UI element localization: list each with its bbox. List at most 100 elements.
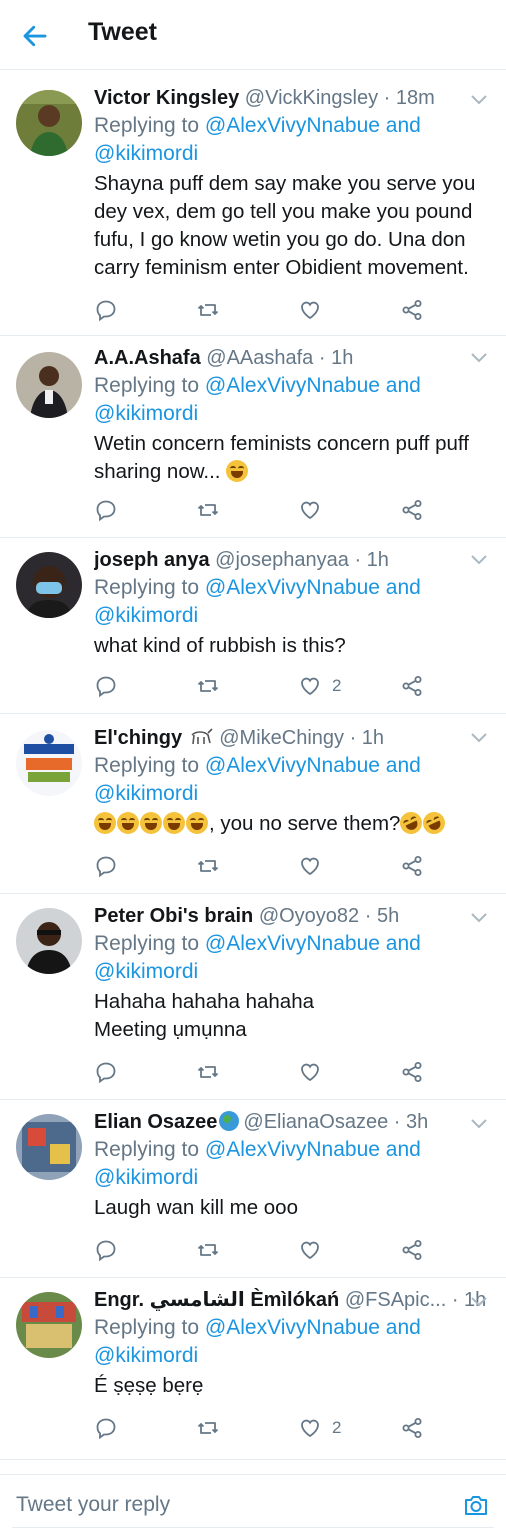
share-button[interactable]: [400, 298, 424, 322]
like-button[interactable]: [298, 1238, 332, 1262]
author-handle[interactable]: @josephanyaa: [215, 549, 349, 571]
heart-icon: [301, 1419, 319, 1438]
reply-list: Victor Kingsley @VickKingsley · 18m Repl…: [0, 70, 506, 1460]
author-handle[interactable]: @MikeChingy: [219, 727, 344, 749]
like-button[interactable]: [298, 854, 332, 878]
reply-button[interactable]: [94, 674, 118, 698]
author-name[interactable]: A.A.Ashafa: [94, 347, 201, 369]
share-button[interactable]: [400, 1238, 424, 1262]
author-handle[interactable]: @ElianaOsazee: [243, 1111, 388, 1133]
avatar[interactable]: [16, 1292, 82, 1358]
retweet-button[interactable]: [196, 298, 220, 322]
reply-to-link[interactable]: @kikimordi: [94, 782, 198, 805]
chevron-down-icon[interactable]: [470, 352, 488, 364]
chevron-down-icon[interactable]: [470, 554, 488, 566]
tweet-text: Hahaha hahaha hahaha: [94, 990, 315, 1013]
author-name[interactable]: joseph anya: [94, 549, 210, 571]
retweet-icon: [197, 304, 219, 316]
reply-to-link[interactable]: @AlexVivyNnabue and: [205, 1316, 421, 1339]
share-button[interactable]: [400, 498, 424, 522]
avatar[interactable]: [16, 1114, 82, 1180]
avatar[interactable]: [16, 908, 82, 974]
reply-to-link[interactable]: @kikimordi: [94, 604, 198, 627]
author-handle[interactable]: @VickKingsley: [245, 87, 378, 109]
share-icon: [402, 676, 422, 696]
like-button[interactable]: 2: [298, 1416, 341, 1440]
reply-icon: [96, 500, 116, 522]
retweet-button[interactable]: [196, 1416, 220, 1440]
tears-of-joy-emoji: [226, 460, 249, 482]
reply-to-link[interactable]: @AlexVivyNnabue and: [205, 1138, 421, 1161]
tweet-item[interactable]: Elian Osazee @ElianaOsazee · 3h Replying …: [0, 1100, 506, 1278]
reply-to-link[interactable]: @kikimordi: [94, 402, 198, 425]
tweet-time: · 5h: [359, 905, 400, 927]
globe-icon: [219, 1111, 240, 1131]
tweet-text: what kind of rubbish is this?: [94, 634, 346, 657]
reply-to-link[interactable]: @kikimordi: [94, 142, 198, 165]
reply-to-link[interactable]: @kikimordi: [94, 960, 198, 983]
avatar[interactable]: [16, 90, 82, 156]
reply-to-link[interactable]: @AlexVivyNnabue and: [205, 114, 421, 137]
author-handle[interactable]: @Oyoyo82: [259, 905, 359, 927]
like-button[interactable]: [298, 1060, 332, 1084]
reply-to-link[interactable]: @kikimordi: [94, 1344, 198, 1367]
tweet-item[interactable]: joseph anya @josephanyaa · 1h Replying t…: [0, 538, 506, 714]
share-icon: [402, 1418, 422, 1438]
avatar[interactable]: [16, 552, 82, 618]
chevron-down-icon[interactable]: [470, 1296, 488, 1308]
share-button[interactable]: [400, 1416, 424, 1440]
retweet-button[interactable]: [196, 1238, 220, 1262]
reply-icon: [96, 1418, 116, 1440]
retweet-icon: [197, 1244, 219, 1256]
tweet-item[interactable]: Victor Kingsley @VickKingsley · 18m Repl…: [0, 70, 506, 336]
reply-to-link[interactable]: @AlexVivyNnabue and: [205, 754, 421, 777]
reply-button[interactable]: [94, 854, 118, 878]
reply-button[interactable]: [94, 1060, 118, 1084]
tweet-text: Shayna puff dem say make you serve you d…: [94, 172, 476, 279]
author-name[interactable]: Engr. الشامسي Èmìlókań: [94, 1289, 339, 1311]
like-button[interactable]: [298, 298, 332, 322]
like-button[interactable]: [298, 498, 332, 522]
avatar[interactable]: [16, 730, 82, 796]
reply-composer[interactable]: Tweet your reply: [0, 1474, 506, 1536]
author-name[interactable]: Victor Kingsley: [94, 87, 239, 109]
reply-button[interactable]: [94, 298, 118, 322]
reply-button[interactable]: [94, 1416, 118, 1440]
reply-to-link[interactable]: @kikimordi: [94, 1166, 198, 1189]
retweet-button[interactable]: [196, 674, 220, 698]
tweet-item[interactable]: A.A.Ashafa @AAashafa · 1h Replying to @A…: [0, 336, 506, 538]
chevron-down-icon[interactable]: [470, 94, 488, 106]
tweet-item[interactable]: El'chingy @MikeChingy · 1h Replying to @…: [0, 714, 506, 894]
emoji-row: [94, 812, 209, 835]
author-handle[interactable]: @FSApic...: [345, 1289, 446, 1311]
tweet-item[interactable]: Engr. الشامسي Èmìlókań @FSApic... · 1h R…: [0, 1278, 506, 1460]
reply-input[interactable]: Tweet your reply: [16, 1493, 170, 1517]
reply-button[interactable]: [94, 498, 118, 522]
retweet-button[interactable]: [196, 854, 220, 878]
like-count: 2: [332, 1418, 342, 1437]
reply-button[interactable]: [94, 1238, 118, 1262]
retweet-button[interactable]: [196, 1060, 220, 1084]
chevron-down-icon[interactable]: [470, 912, 488, 924]
chevron-down-icon[interactable]: [470, 732, 488, 744]
author-name[interactable]: Peter Obi's brain: [94, 905, 253, 927]
avatar[interactable]: [16, 352, 82, 418]
heart-icon: [301, 677, 319, 696]
back-arrow-icon[interactable]: [20, 21, 50, 51]
replying-label: Replying to: [94, 374, 200, 397]
share-button[interactable]: [400, 854, 424, 878]
author-name[interactable]: El'chingy: [94, 727, 182, 749]
retweet-button[interactable]: [196, 498, 220, 522]
tweet-item[interactable]: Peter Obi's brain @Oyoyo82 · 5h Replying…: [0, 894, 506, 1100]
reply-to-link[interactable]: @AlexVivyNnabue and: [205, 374, 421, 397]
reply-to-link[interactable]: @AlexVivyNnabue and: [205, 576, 421, 599]
author-handle[interactable]: @AAashafa: [206, 347, 313, 369]
chevron-down-icon[interactable]: [470, 1118, 488, 1130]
camera-icon[interactable]: [462, 1491, 490, 1519]
share-button[interactable]: [400, 1060, 424, 1084]
reply-to-link[interactable]: @AlexVivyNnabue and: [205, 932, 421, 955]
like-button[interactable]: 2: [298, 674, 341, 698]
author-name[interactable]: Elian Osazee: [94, 1111, 217, 1133]
share-button[interactable]: [400, 674, 424, 698]
replying-label: Replying to: [94, 576, 200, 599]
